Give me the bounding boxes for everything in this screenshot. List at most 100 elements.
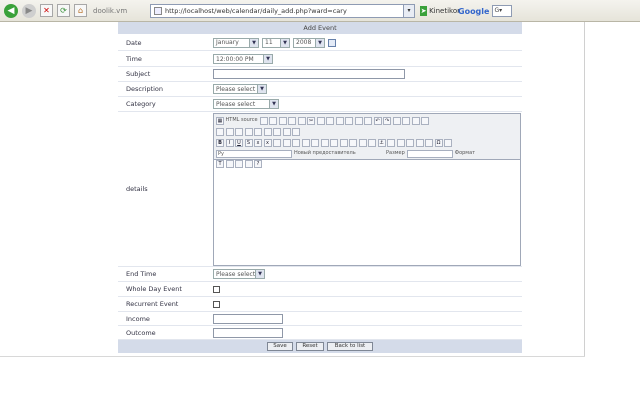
textarea-icon[interactable] [254,127,262,136]
hidden-field-icon[interactable] [292,127,300,136]
time-row: Time 12:00:00 PM ▼ [118,52,522,67]
undo-icon[interactable]: ↶ [373,116,382,125]
select-field-icon[interactable] [263,127,272,136]
save-icon[interactable] [269,116,278,125]
date-year-select[interactable]: 2008 ▼ [293,37,325,48]
special-char-icon[interactable]: Ω [434,138,443,147]
image-icon[interactable] [387,138,395,147]
image-button-icon[interactable] [282,127,291,136]
whole-day-checkbox[interactable] [213,285,220,293]
italic-icon[interactable]: I [225,138,234,147]
rich-text-editor: ▦ HTML source ✂ ↶ ↷ B I U S x x ⚓ Ω Ру Н… [213,113,521,266]
redo-icon[interactable]: ↷ [383,116,392,125]
align-center-icon[interactable] [330,138,338,147]
document-icon[interactable] [259,116,268,125]
google-search[interactable]: Google G▾ [458,4,528,18]
style-select[interactable]: Новый предоставитель [294,151,384,156]
page-break-icon[interactable] [444,138,452,147]
textfield-icon[interactable] [244,127,253,136]
smiley-icon[interactable] [425,138,433,147]
superscript-icon[interactable]: x [263,138,272,147]
table-icon[interactable] [406,138,414,147]
bold-icon[interactable]: B [216,138,224,147]
align-justify-icon[interactable] [349,138,357,147]
outcome-input[interactable] [213,327,283,338]
date-month-select[interactable]: January ▼ [213,37,259,48]
back-to-list-button[interactable]: Back to list [327,342,373,351]
blockquote-icon[interactable] [311,138,319,147]
recurrent-checkbox[interactable] [213,300,220,308]
about-icon[interactable]: ? [254,159,262,168]
anchor-icon[interactable]: ⚓ [377,138,386,147]
text-color-icon[interactable]: T [216,159,224,168]
reset-button[interactable]: Reset [296,342,324,351]
chevron-down-icon: ▼ [257,85,266,93]
maximize-icon[interactable] [235,159,243,168]
category-select[interactable]: Please select ▼ [213,99,279,109]
refresh-icon[interactable]: ⟳ [57,4,70,17]
indent-icon[interactable] [301,138,310,147]
font-select[interactable]: Ру [216,149,292,158]
outdent-icon[interactable] [292,138,300,147]
size-select[interactable]: Размер [386,151,405,156]
find-icon[interactable] [392,116,401,125]
new-page-icon[interactable] [278,116,287,125]
forward-icon[interactable]: ▶ [22,3,36,18]
subject-label: Subject [126,70,151,78]
unlink-icon[interactable] [368,138,376,147]
form-icon[interactable] [216,127,224,136]
flash-icon[interactable] [396,138,405,147]
subscript-icon[interactable]: x [254,138,262,147]
link-icon[interactable] [358,138,367,147]
go-button[interactable]: ➤ Kinetikor [420,4,460,18]
checkbox-icon[interactable] [225,127,234,136]
format-select[interactable]: Формат [455,151,475,156]
paste-word-icon[interactable] [345,116,354,125]
description-row: Description Please select ▼ [118,82,522,97]
subject-input[interactable] [213,69,405,79]
end-time-select[interactable]: Please select ▼ [213,269,265,279]
align-right-icon[interactable] [339,138,348,147]
description-select[interactable]: Please select ▼ [213,84,267,94]
chevron-down-icon: ▼ [269,100,278,108]
select-all-icon[interactable] [411,116,420,125]
paste-icon[interactable] [326,116,335,125]
stop-icon[interactable]: ✕ [40,4,53,17]
radio-icon[interactable] [235,127,243,136]
outcome-row: Outcome [118,326,522,340]
spellcheck-icon[interactable] [364,116,373,125]
button-icon[interactable] [273,127,281,136]
print-icon[interactable] [354,116,363,125]
time-select[interactable]: 12:00:00 PM ▼ [213,54,273,64]
bg-color-icon[interactable] [225,159,234,168]
chevron-down-icon: ▼ [249,38,258,47]
google-search-field[interactable]: G▾ [492,5,513,17]
preview-icon[interactable] [288,116,297,125]
address-dropdown-icon[interactable]: ▾ [403,4,415,18]
html-source-label[interactable]: HTML source [226,118,258,123]
paste-text-icon[interactable] [335,116,344,125]
underline-icon[interactable]: U [235,138,243,147]
copy-icon[interactable] [316,116,325,125]
html-source-icon[interactable]: ▦ [216,116,224,125]
address-bar[interactable]: http://localhost/web/calendar/daily_add.… [150,4,405,18]
align-left-icon[interactable] [320,138,329,147]
ordered-list-icon[interactable] [273,138,281,147]
date-day-select[interactable]: 11 ▼ [262,37,290,48]
back-icon[interactable]: ◀ [4,3,18,18]
rule-icon[interactable] [415,138,424,147]
date-fields: January ▼ 11 ▼ 2008 ▼ [213,37,336,48]
show-blocks-icon[interactable] [244,159,253,168]
bullet-list-icon[interactable] [282,138,291,147]
calendar-icon[interactable] [328,38,336,47]
size-field[interactable] [406,149,453,158]
remove-format-icon[interactable] [421,116,430,125]
save-button[interactable]: Save [267,342,293,351]
templates-icon[interactable] [297,116,306,125]
home-icon[interactable]: ⌂ [74,4,87,17]
time-value: 12:00:00 PM [216,55,254,63]
income-input[interactable] [213,313,283,324]
strike-icon[interactable]: S [244,138,253,147]
cut-icon[interactable]: ✂ [307,116,316,125]
replace-icon[interactable] [402,116,411,125]
